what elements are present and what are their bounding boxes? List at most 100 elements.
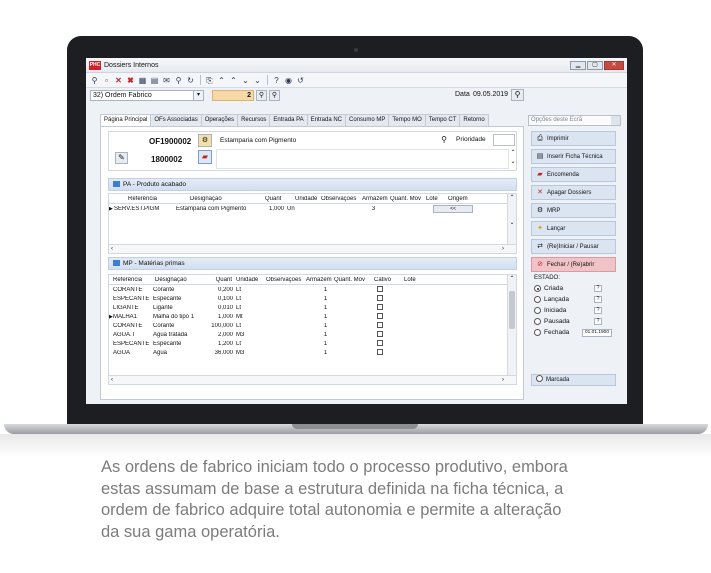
cativo-checkbox[interactable] [377, 330, 383, 337]
cell-quant[interactable]: 0,100 [202, 296, 235, 302]
cell-unit[interactable]: Mt [235, 314, 305, 320]
start-pause-button[interactable]: ⇄ (Re)Iniciar / Pausar [531, 239, 616, 254]
marcada-toggle[interactable]: Marcada [531, 374, 616, 386]
col-origem[interactable]: Origem [447, 196, 487, 202]
cativo-checkbox[interactable] [377, 285, 383, 292]
cell-des[interactable]: Estamparia com Pigmento [175, 206, 256, 212]
tab-tempo-ct[interactable]: Tempo CT [424, 114, 461, 126]
cell-unit[interactable]: Lt [235, 305, 305, 311]
tab-recursos[interactable]: Recursos [237, 114, 271, 126]
cell-ref[interactable]: CORANTE [112, 287, 152, 293]
col-lote[interactable]: Lote [403, 277, 433, 283]
grid-icon[interactable]: ▦ [137, 75, 148, 86]
help-icon[interactable]: ? [271, 75, 282, 86]
order-icon[interactable]: ▰ [198, 150, 212, 164]
cell-armazem[interactable]: 1 [305, 305, 345, 311]
cell-armazem[interactable]: 1 [305, 314, 345, 320]
insert-technical-sheet-button[interactable]: ▤ Inserir Ficha Técnica [531, 149, 616, 164]
date-search-icon[interactable]: ⚲ [511, 89, 524, 101]
cell-des[interactable]: Malha do tipo 1 [152, 314, 202, 320]
launch-button[interactable]: ✦ Lançar [531, 221, 616, 236]
cativo-checkbox[interactable] [377, 294, 383, 301]
notes-scroll[interactable]: ⌃ ⌄ [509, 149, 517, 169]
chevron-down-icon[interactable]: ▾ [193, 91, 203, 100]
email-icon[interactable]: ✉ [161, 75, 172, 86]
table-row[interactable]: ▶ SERV.EST.PIGM Estamparia com Pigmento … [109, 204, 516, 213]
col-cativo[interactable]: Cativo [373, 277, 403, 283]
cell-des[interactable]: Especante [152, 296, 202, 302]
pencil-icon[interactable]: ✎ [115, 152, 128, 164]
col-lote[interactable]: Lote [425, 196, 447, 202]
cell-ref[interactable]: LIGANTE [112, 305, 152, 311]
cell-ref[interactable]: SERV.EST.PIGM [113, 206, 175, 212]
table-row[interactable]: LIGANTE Ligante 0,010 Lt 1 [109, 303, 516, 312]
table-row[interactable]: ▶ MALHA1 Malha do tipo 1 1,000 Mt 1 [109, 312, 516, 321]
cell-unit[interactable]: Lt [235, 296, 305, 302]
col-quant[interactable]: Quant [264, 196, 294, 202]
state-criada[interactable]: Criada? [531, 283, 616, 294]
order-button[interactable]: ▰ Encomenda [531, 167, 616, 182]
table-row[interactable]: ESPECANTE Especante 1,200 Lt 1 [109, 339, 516, 348]
cell-ref[interactable]: AGUA.T [112, 332, 152, 338]
prev-icon[interactable]: ⌃ [228, 75, 239, 86]
cell-armazem[interactable]: 1 [305, 296, 345, 302]
col-designacao[interactable]: Designação [154, 277, 204, 283]
scroll-right-icon[interactable]: › [502, 245, 504, 253]
cell-des[interactable]: Corante [152, 287, 202, 293]
search-alt-icon[interactable]: ⚲ [269, 90, 280, 101]
cell-unit[interactable]: M3 [235, 332, 305, 338]
cell-armazem[interactable]: 1 [305, 323, 345, 329]
notes-area[interactable] [216, 149, 509, 169]
origin-button[interactable]: << [433, 204, 473, 213]
cell-armazem[interactable]: 3 [357, 206, 389, 212]
close-reopen-button[interactable]: ⊘ Fechar / (Re)abrir [531, 257, 616, 272]
cell-unit[interactable]: Lt [235, 287, 305, 293]
delete-dossiers-button[interactable]: ✕ Apagar Dossiers [531, 185, 616, 200]
help-icon[interactable]: ? [594, 318, 602, 325]
cell-unit[interactable]: Lt [235, 323, 305, 329]
mp-vertical-scrollbar[interactable]: ⌃ [507, 275, 516, 377]
tab-entrada-pa[interactable]: Entrada PA [269, 114, 308, 126]
col-quant-mov[interactable]: Quant. Mov [333, 277, 373, 283]
col-armazem[interactable]: Armazem [305, 277, 333, 283]
maximize-button[interactable]: ▢ [587, 60, 603, 70]
radio-fechada[interactable] [534, 329, 541, 336]
table-row[interactable]: CORANTE Corante 100,000 Lt 1 [109, 321, 516, 330]
preview-icon[interactable]: ⎘ [204, 75, 215, 86]
tab-entrada-nc[interactable]: Entrada NC [306, 114, 347, 126]
magnifier-dropdown-icon[interactable]: ⚲ [89, 75, 100, 86]
pa-horizontal-scrollbar[interactable]: ‹ › [109, 244, 516, 253]
cell-ref[interactable]: CORANTE [112, 323, 152, 329]
tab-ofs-associadas[interactable]: OFs Associadas [150, 114, 202, 126]
screen-options-select[interactable]: Opções deste Ecrã [528, 115, 621, 126]
next-icon[interactable]: ⌄ [240, 75, 251, 86]
cell-ref[interactable]: ESPECANTE [112, 296, 152, 302]
state-fechada[interactable]: Fechada 01.01.1900 [531, 327, 616, 338]
table-row[interactable]: ESPECANTE Especante 0,100 Lt 1 [109, 294, 516, 303]
cell-ref[interactable]: AGUA [112, 350, 152, 356]
table-row[interactable]: AGUA Agua 36.000 M3 1 [109, 348, 516, 357]
radio-pausada[interactable] [534, 318, 541, 325]
reload-icon[interactable]: ↺ [295, 75, 306, 86]
cell-armazem[interactable]: 1 [305, 287, 345, 293]
mrp-button[interactable]: ⚙ MRP [531, 203, 616, 218]
col-quant[interactable]: Quant [204, 277, 235, 283]
col-unidade[interactable]: Unidade [235, 277, 265, 283]
cell-des[interactable]: Agua tratada [152, 332, 202, 338]
table-row[interactable]: AGUA.T Agua tratada 2,000 M3 1 [109, 330, 516, 339]
col-quant-mov[interactable]: Quant. Mov [389, 196, 425, 202]
cell-unit[interactable]: M3 [235, 350, 305, 356]
delete-alt-icon[interactable]: ✖ [125, 75, 136, 86]
help-icon[interactable]: ? [594, 296, 602, 303]
chevron-down-icon[interactable] [611, 116, 620, 125]
close-button[interactable]: ✕ [604, 60, 624, 70]
scroll-thumb[interactable] [509, 291, 515, 329]
help-icon[interactable]: ? [594, 307, 602, 314]
cell-quant[interactable]: 36.000 [202, 350, 235, 356]
col-unidade[interactable]: Unidade [294, 196, 320, 202]
col-referencia[interactable]: Referência [127, 196, 189, 202]
cativo-checkbox[interactable] [377, 339, 383, 346]
cell-unit[interactable]: Lt [235, 341, 305, 347]
radio-criada[interactable] [534, 285, 541, 292]
cell-des[interactable]: Agua [152, 350, 202, 356]
